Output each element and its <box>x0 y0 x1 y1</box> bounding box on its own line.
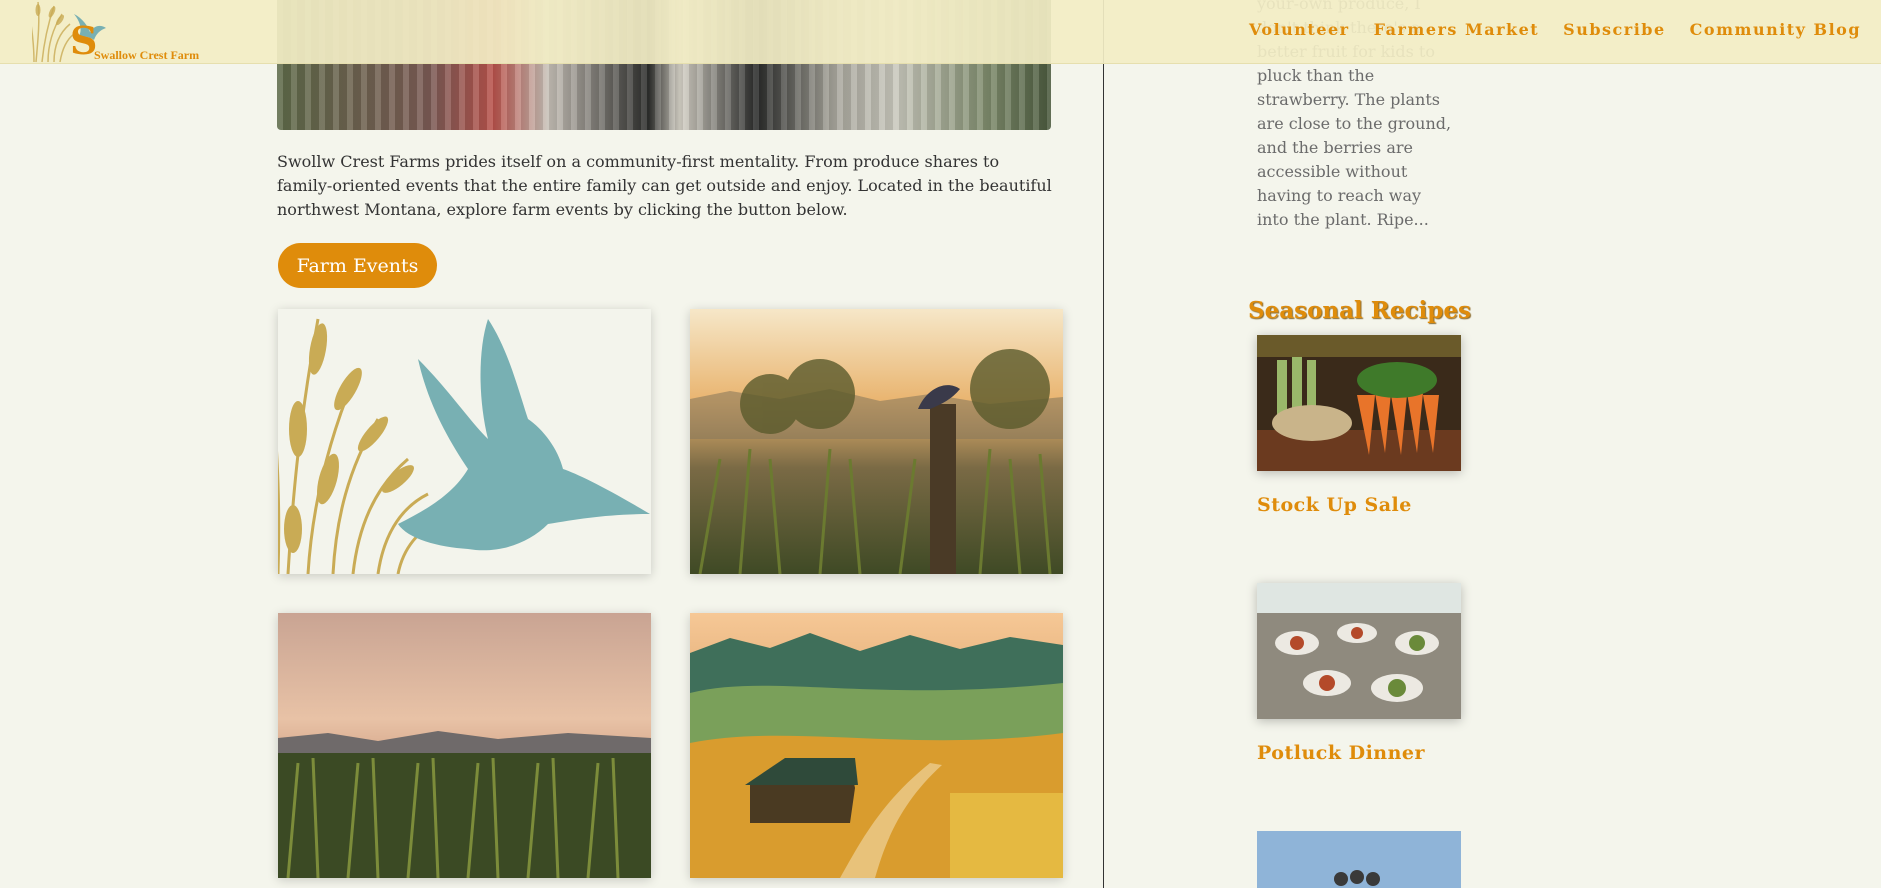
recipe-image-stock-up[interactable] <box>1257 335 1461 471</box>
farm-events-button[interactable]: Farm Events <box>278 243 437 288</box>
barn-valley-image[interactable] <box>690 613 1063 878</box>
recipe-image-partial[interactable] <box>1257 831 1461 888</box>
column-divider <box>1103 0 1104 888</box>
nav-subscribe[interactable]: Subscribe <box>1563 20 1666 39</box>
main-nav: Volunteer Farmers Market Subscribe Commu… <box>1249 20 1861 39</box>
intro-text: Swollw Crest Farms prides itself on a co… <box>277 152 1052 219</box>
nav-volunteer[interactable]: Volunteer <box>1249 20 1350 39</box>
recipe-title-stock-up[interactable]: Stock Up Sale <box>1257 494 1412 516</box>
cornfield-image[interactable] <box>278 613 651 878</box>
nav-farmers-market[interactable]: Farmers Market <box>1374 20 1540 39</box>
recipe-title-potluck[interactable]: Potluck Dinner <box>1257 742 1425 764</box>
nav-community-blog[interactable]: Community Blog <box>1690 20 1861 39</box>
site-logo[interactable]: S Swallow Crest Farm <box>32 0 202 63</box>
recipe-image-potluck[interactable] <box>1257 583 1461 719</box>
bird-cornfield-sunset-image[interactable] <box>690 309 1063 574</box>
swallow-illustration-image[interactable] <box>278 309 651 574</box>
logo-text: Swallow Crest Farm <box>94 48 200 62</box>
seasonal-recipes-heading: Seasonal Recipes <box>1248 297 1471 324</box>
site-header: S Swallow Crest Farm Volunteer Farmers M… <box>0 0 1881 64</box>
